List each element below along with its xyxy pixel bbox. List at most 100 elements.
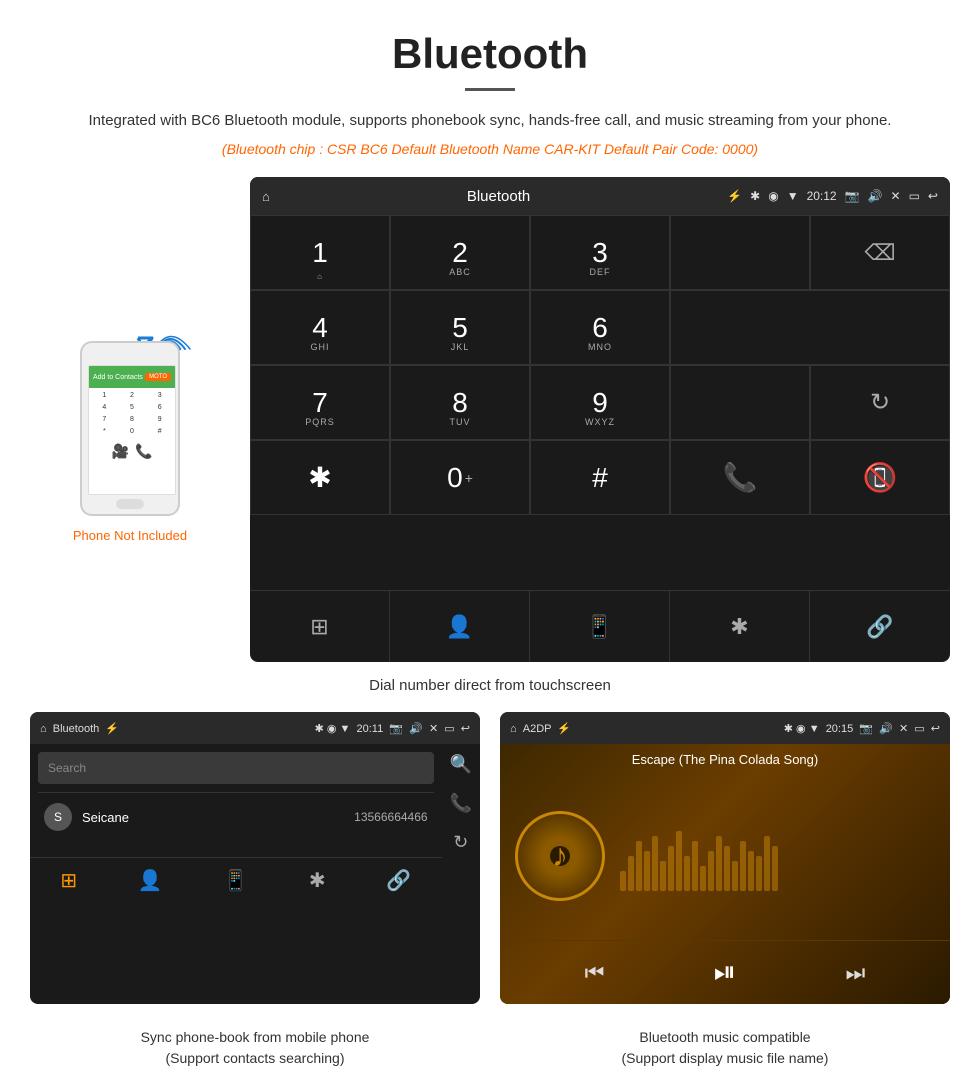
nav-phone-icon[interactable]: 📱	[530, 591, 670, 662]
search-bar[interactable]: Search	[38, 752, 434, 784]
waveform-bar	[740, 841, 746, 891]
contacts-caption: Sync phone-book from mobile phone(Suppor…	[30, 1027, 480, 1069]
back-icon[interactable]: ↩	[928, 189, 938, 203]
waveform-bar	[700, 866, 706, 891]
time-display: 20:12	[807, 189, 837, 203]
waveform-bar	[636, 841, 642, 891]
key-star[interactable]: ✱	[250, 440, 390, 515]
camera-icon[interactable]: 📷	[845, 189, 860, 203]
phone-home-button	[116, 499, 144, 509]
album-art: ♪	[515, 811, 605, 901]
nav-link-icon[interactable]: 🔗	[810, 591, 950, 662]
keypad-grid: 1 ⌂ 2 ABC 3 DEF ⌫ 4 GHI 5 JKL	[250, 215, 950, 590]
key-0[interactable]: 0 +	[390, 440, 530, 515]
nav-contacts-icon[interactable]: 👤	[390, 591, 530, 662]
dial-bottom-nav: ⊞ 👤 📱 ✱ 🔗	[250, 590, 950, 662]
contacts-panel-body: Search S Seicane 13566664466	[30, 744, 442, 849]
search-placeholder: Search	[48, 761, 86, 775]
key-empty-r2c4	[670, 290, 950, 365]
statusbar-left: ⌂	[262, 189, 270, 204]
waveform-bar	[748, 851, 754, 891]
contacts-nav-bt[interactable]: ✱	[309, 868, 326, 893]
waveform-bar	[772, 846, 778, 891]
bottom-panels: ⌂ Bluetooth ⚡ ✱ ◉ ▼ 20:11 📷 🔊 ✕ ▭ ↩ Sear…	[0, 712, 980, 1004]
contacts-nav-grid[interactable]: ⊞	[60, 868, 77, 893]
waveform-bar	[620, 871, 626, 891]
phone-illustration: Add to Contacts MOTO 123 456 789 *0# 🎥 📞	[70, 316, 190, 516]
next-button[interactable]: ⏭	[846, 960, 866, 986]
music-caption: Bluetooth music compatible(Support displ…	[500, 1027, 950, 1069]
dial-caption: Dial number direct from touchscreen	[0, 677, 980, 694]
key-backspace[interactable]: ⌫	[810, 215, 950, 290]
key-3[interactable]: 3 DEF	[530, 215, 670, 290]
music-song-title: Escape (The Pina Colada Song)	[500, 744, 950, 771]
phone-body: Add to Contacts MOTO 123 456 789 *0# 🎥 📞	[80, 341, 180, 516]
waveform-bar	[628, 856, 634, 891]
phone-screen-header: Add to Contacts MOTO	[89, 366, 175, 388]
waveform-bar	[644, 851, 650, 891]
home-icon[interactable]: ⌂	[262, 189, 270, 204]
key-hash[interactable]: #	[530, 440, 670, 515]
nav-grid-icon[interactable]: ⊞	[250, 591, 390, 662]
waveform-bar	[716, 836, 722, 891]
contacts-body: Search S Seicane 13566664466 ⊞ 👤 📱 ✱ 🔗	[30, 744, 480, 903]
contacts-nav-phone[interactable]: 📱	[223, 868, 248, 893]
prev-button[interactable]: ⏮	[585, 960, 605, 986]
key-1[interactable]: 1 ⌂	[250, 215, 390, 290]
key-4[interactable]: 4 GHI	[250, 290, 390, 365]
sidebar-phone-icon[interactable]: 📞	[450, 793, 472, 814]
contacts-statusbar-left: ⌂ Bluetooth ⚡	[40, 722, 119, 735]
play-pause-button[interactable]: ⏯	[714, 956, 736, 989]
phone-dialer: 123 456 789 *0#	[89, 388, 175, 439]
music-panel: ⌂ A2DP ⚡ ✱ ◉ ▼ 20:15 📷 🔊 ✕ ▭ ↩ Escape (T…	[500, 712, 950, 1004]
header-section: Bluetooth Integrated with BC6 Bluetooth …	[0, 0, 980, 177]
key-empty-r1c4	[670, 215, 810, 290]
key-5[interactable]: 5 JKL	[390, 290, 530, 365]
waveform-bar	[660, 861, 666, 891]
wifi-icon: ▼	[787, 189, 799, 203]
contacts-nav-link[interactable]: 🔗	[386, 868, 411, 893]
waveform	[620, 821, 935, 891]
phone-section: Add to Contacts MOTO 123 456 789 *0# 🎥 📞	[30, 177, 230, 662]
key-call-green[interactable]: 📞	[670, 440, 810, 515]
contact-initial: S	[44, 803, 72, 831]
dial-statusbar: ⌂ Bluetooth ⚡ ✱ ◉ ▼ 20:12 📷 🔊 ✕ ▭ ↩	[250, 177, 950, 215]
close-icon[interactable]: ✕	[891, 189, 901, 203]
nav-bluetooth-icon[interactable]: ✱	[670, 591, 810, 662]
waveform-bar	[732, 861, 738, 891]
volume-icon[interactable]: 🔊	[868, 189, 883, 203]
statusbar-right: ⚡ ✱ ◉ ▼ 20:12 📷 🔊 ✕ ▭ ↩	[727, 189, 938, 203]
phone-screen: Add to Contacts MOTO 123 456 789 *0# 🎥 📞	[88, 365, 176, 495]
key-8[interactable]: 8 TUV	[390, 365, 530, 440]
description-text: Integrated with BC6 Bluetooth module, su…	[60, 109, 920, 133]
music-background: Escape (The Pina Colada Song) ♪ ⏮ ⏯ ⏭	[500, 744, 950, 1004]
waveform-bar	[708, 851, 714, 891]
waveform-bar	[684, 856, 690, 891]
sidebar-search-icon[interactable]: 🔍	[450, 754, 472, 775]
waveform-bar	[756, 856, 762, 891]
waveform-bar	[668, 846, 674, 891]
music-statusbar-right: ✱ ◉ ▼ 20:15 📷 🔊 ✕ ▭ ↩	[784, 722, 940, 735]
key-call-red[interactable]: 📵	[810, 440, 950, 515]
contacts-nav-person[interactable]: 👤	[138, 868, 163, 893]
screen-icon[interactable]: ▭	[909, 189, 920, 203]
key-9[interactable]: 9 WXYZ	[530, 365, 670, 440]
contact-name: Seicane	[82, 810, 354, 825]
key-2[interactable]: 2 ABC	[390, 215, 530, 290]
contacts-panel: ⌂ Bluetooth ⚡ ✱ ◉ ▼ 20:11 📷 🔊 ✕ ▭ ↩ Sear…	[30, 712, 480, 1004]
usb-icon: ⚡	[727, 189, 742, 203]
key-7[interactable]: 7 PQRS	[250, 365, 390, 440]
waveform-bar	[676, 831, 682, 891]
key-refresh[interactable]: ↻	[810, 365, 950, 440]
key-6[interactable]: 6 MNO	[530, 290, 670, 365]
waveform-bar	[692, 841, 698, 891]
bottom-captions: Sync phone-book from mobile phone(Suppor…	[0, 1019, 980, 1089]
dial-screen: ⌂ Bluetooth ⚡ ✱ ◉ ▼ 20:12 📷 🔊 ✕ ▭ ↩ 1 ⌂	[250, 177, 950, 662]
key-empty-r3c4	[670, 365, 810, 440]
contact-row[interactable]: S Seicane 13566664466	[38, 792, 434, 841]
sidebar-refresh-icon[interactable]: ↻	[453, 832, 468, 853]
music-content-area: ♪	[500, 771, 950, 940]
statusbar-center: Bluetooth	[467, 188, 530, 205]
contacts-statusbar-right: ✱ ◉ ▼ 20:11 📷 🔊 ✕ ▭ ↩	[315, 722, 470, 735]
music-statusbar: ⌂ A2DP ⚡ ✱ ◉ ▼ 20:15 📷 🔊 ✕ ▭ ↩	[500, 712, 950, 744]
